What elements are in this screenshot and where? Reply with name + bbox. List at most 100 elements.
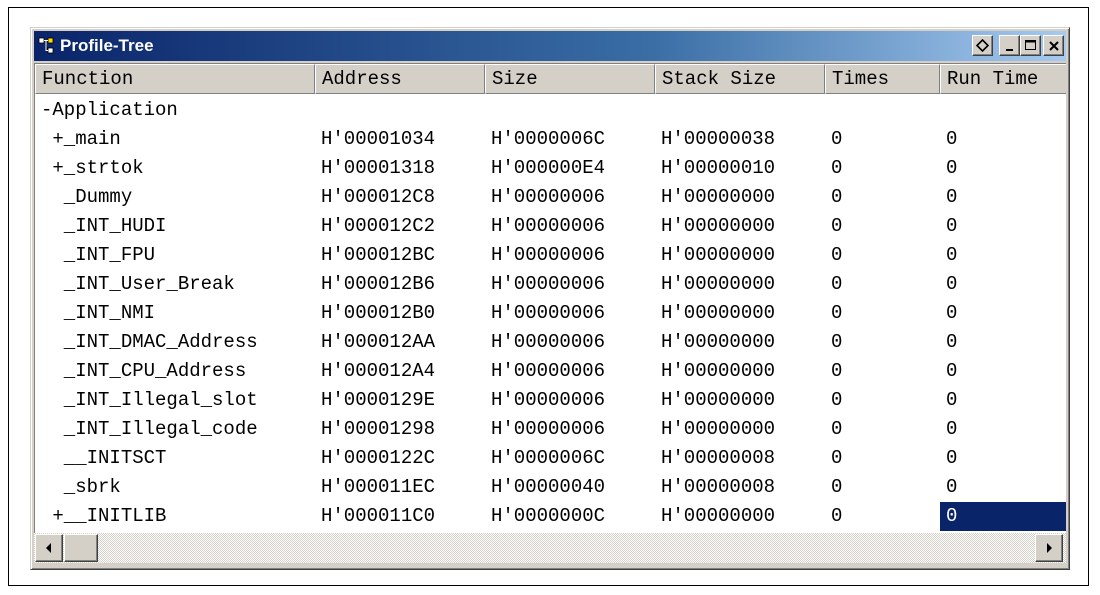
cell-size[interactable]: H'0000006C bbox=[485, 125, 655, 154]
cell-stack-size[interactable]: H'00000000 bbox=[655, 328, 825, 357]
table-row[interactable]: _Dummy H'000012C8 H'00000006 H'00000000 0 0 bbox=[35, 183, 1066, 212]
cell-address[interactable]: H'00001318 bbox=[315, 154, 485, 183]
cell-address[interactable]: H'000012A4 bbox=[315, 357, 485, 386]
cell-size[interactable]: H'00000006 bbox=[485, 212, 655, 241]
cell-function[interactable]: +_main bbox=[35, 125, 315, 154]
cell-size[interactable]: H'00000006 bbox=[485, 357, 655, 386]
cell-function[interactable]: -Application bbox=[35, 96, 315, 125]
cell-times[interactable]: 0 bbox=[825, 502, 940, 531]
scroll-right-arrow-icon[interactable] bbox=[1035, 534, 1063, 562]
cell-stack-size[interactable]: H'00000000 bbox=[655, 299, 825, 328]
cell-run-time[interactable]: 0 bbox=[940, 154, 1066, 183]
cell-size[interactable]: H'0000006C bbox=[485, 444, 655, 473]
column-header-size[interactable]: Size bbox=[485, 64, 655, 94]
table-row[interactable]: _INT_CPU_Address H'000012A4 H'00000006 H'00… bbox=[35, 357, 1066, 386]
cell-stack-size[interactable]: H'00000038 bbox=[655, 125, 825, 154]
cell-run-time[interactable]: 0 bbox=[940, 328, 1066, 357]
cell-function[interactable]: +_strtok bbox=[35, 154, 315, 183]
cell-run-time[interactable]: 0 bbox=[940, 125, 1066, 154]
cell-stack-size[interactable]: H'00000000 bbox=[655, 183, 825, 212]
cell-size[interactable]: H'00000006 bbox=[485, 386, 655, 415]
table-row[interactable]: +__INITLIB H'000011C0 H'0000000C H'00000000… bbox=[35, 502, 1066, 531]
cell-run-time[interactable]: 0 bbox=[940, 299, 1066, 328]
cell-run-time[interactable]: 0 bbox=[940, 415, 1066, 444]
cell-size[interactable]: H'00000006 bbox=[485, 270, 655, 299]
cell-function[interactable]: _INT_FPU bbox=[35, 241, 315, 270]
table-row[interactable]: __INITSCT H'0000122C H'0000006C H'00000008 0… bbox=[35, 444, 1066, 473]
cell-address[interactable]: H'000012C2 bbox=[315, 212, 485, 241]
cell-times[interactable]: 0 bbox=[825, 154, 940, 183]
cell-function[interactable]: _INT_Illegal_code bbox=[35, 415, 315, 444]
cell-stack-size[interactable]: H'00000000 bbox=[655, 357, 825, 386]
cell-function[interactable]: _INT_User_Break bbox=[35, 270, 315, 299]
cell-stack-size[interactable]: H'00000008 bbox=[655, 444, 825, 473]
cell-function[interactable]: _Dummy bbox=[35, 183, 315, 212]
cell-size[interactable]: H'00000006 bbox=[485, 183, 655, 212]
column-header-stack-size[interactable]: Stack Size bbox=[655, 64, 825, 94]
cell-times[interactable]: 0 bbox=[825, 212, 940, 241]
cell-times[interactable]: 0 bbox=[825, 241, 940, 270]
table-row[interactable]: _INT_FPU H'000012BC H'00000006 H'00000000 0 0 bbox=[35, 241, 1066, 270]
cell-run-time[interactable]: 0 bbox=[940, 502, 1066, 531]
cell-times[interactable] bbox=[825, 96, 940, 125]
cell-address[interactable]: H'00001298 bbox=[315, 415, 485, 444]
cell-address[interactable]: H'000012B6 bbox=[315, 270, 485, 299]
close-icon[interactable] bbox=[1043, 35, 1064, 56]
table-row[interactable]: _INT_HUDI H'000012C2 H'00000006 H'00000000 0… bbox=[35, 212, 1066, 241]
cell-stack-size[interactable]: H'00000000 bbox=[655, 386, 825, 415]
cell-run-time[interactable]: 0 bbox=[940, 270, 1066, 299]
cell-run-time[interactable]: 0 bbox=[940, 444, 1066, 473]
cell-size[interactable]: H'0000000C bbox=[485, 502, 655, 531]
cell-function[interactable]: __INITSCT bbox=[35, 444, 315, 473]
cell-address[interactable]: H'000011C0 bbox=[315, 502, 485, 531]
table-row[interactable]: _INT_NMI H'000012B0 H'00000006 H'00000000 0 0 bbox=[35, 299, 1066, 328]
cell-run-time[interactable]: 0 bbox=[940, 473, 1066, 502]
table-row[interactable]: _INT_Illegal_code H'00001298 H'00000006 H'0… bbox=[35, 415, 1066, 444]
cell-address[interactable]: H'000011EC bbox=[315, 473, 485, 502]
cell-function[interactable]: _sbrk bbox=[35, 473, 315, 502]
cell-size[interactable]: H'00000006 bbox=[485, 415, 655, 444]
horizontal-scrollbar[interactable] bbox=[34, 533, 1066, 563]
scroll-left-arrow-icon[interactable] bbox=[35, 534, 63, 562]
cell-times[interactable]: 0 bbox=[825, 386, 940, 415]
cell-times[interactable]: 0 bbox=[825, 415, 940, 444]
cell-size[interactable]: H'00000040 bbox=[485, 473, 655, 502]
cell-address[interactable]: H'000012AA bbox=[315, 328, 485, 357]
cell-function[interactable]: _INT_NMI bbox=[35, 299, 315, 328]
table-row[interactable]: -Application bbox=[35, 96, 1066, 125]
cell-run-time[interactable]: 0 bbox=[940, 183, 1066, 212]
cell-address[interactable]: H'000012BC bbox=[315, 241, 485, 270]
cell-run-time[interactable]: 0 bbox=[940, 357, 1066, 386]
cell-times[interactable]: 0 bbox=[825, 270, 940, 299]
cell-stack-size[interactable]: H'00000008 bbox=[655, 473, 825, 502]
cell-run-time[interactable]: 0 bbox=[940, 212, 1066, 241]
table-row[interactable]: _INT_DMAC_Address H'000012AA H'00000006 H'0… bbox=[35, 328, 1066, 357]
cell-size[interactable]: H'00000006 bbox=[485, 328, 655, 357]
cell-size[interactable]: H'00000006 bbox=[485, 299, 655, 328]
table-row[interactable]: _INT_User_Break H'000012B6 H'00000006 H'000… bbox=[35, 270, 1066, 299]
cell-stack-size[interactable]: H'00000010 bbox=[655, 154, 825, 183]
scrollbar-thumb[interactable] bbox=[64, 534, 98, 562]
cell-times[interactable]: 0 bbox=[825, 125, 940, 154]
cell-size[interactable]: H'000000E4 bbox=[485, 154, 655, 183]
cell-address[interactable]: H'0000122C bbox=[315, 444, 485, 473]
cell-function[interactable]: _INT_DMAC_Address bbox=[35, 328, 315, 357]
cell-run-time[interactable]: 0 bbox=[940, 241, 1066, 270]
minimize-icon[interactable] bbox=[999, 35, 1020, 56]
cell-stack-size[interactable]: H'00000000 bbox=[655, 212, 825, 241]
cell-times[interactable]: 0 bbox=[825, 444, 940, 473]
title-bar[interactable]: Profile-Tree bbox=[34, 31, 1066, 61]
restore-pin-icon[interactable] bbox=[972, 35, 993, 56]
cell-stack-size[interactable] bbox=[655, 96, 825, 125]
table-row[interactable]: +_strtok H'00001318 H'000000E4 H'00000010 0 0 bbox=[35, 154, 1066, 183]
column-header-function[interactable]: Function bbox=[35, 64, 315, 94]
maximize-icon[interactable] bbox=[1020, 35, 1041, 56]
cell-times[interactable]: 0 bbox=[825, 473, 940, 502]
table-row[interactable]: +_main H'00001034 H'0000006C H'00000038 0 0 bbox=[35, 125, 1066, 154]
cell-stack-size[interactable]: H'00000000 bbox=[655, 415, 825, 444]
cell-run-time[interactable] bbox=[940, 96, 1066, 125]
cell-times[interactable]: 0 bbox=[825, 299, 940, 328]
cell-stack-size[interactable]: H'00000000 bbox=[655, 270, 825, 299]
cell-address[interactable]: H'00001034 bbox=[315, 125, 485, 154]
cell-size[interactable]: H'00000006 bbox=[485, 241, 655, 270]
